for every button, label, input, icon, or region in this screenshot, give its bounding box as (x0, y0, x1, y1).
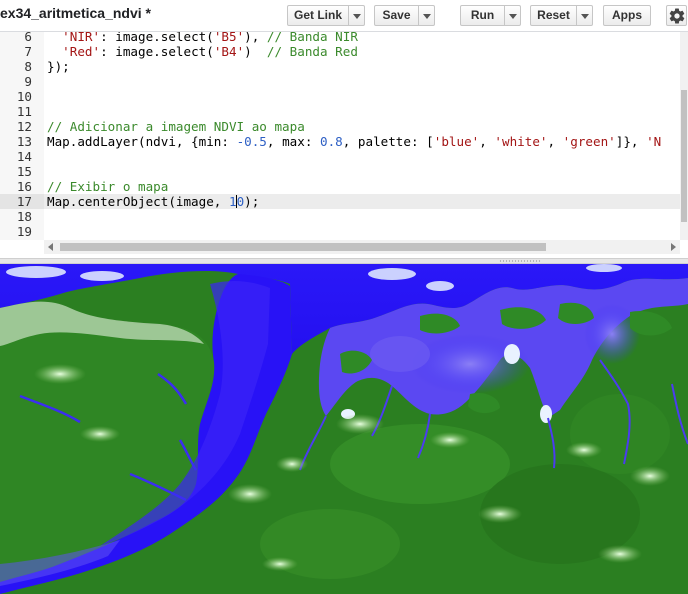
code-line-12: // Adicionar a imagem NDVI ao mapa (47, 119, 305, 134)
settings-button[interactable] (666, 5, 687, 26)
chevron-down-icon (509, 14, 517, 19)
code-number: -0.5 (236, 134, 267, 149)
code-string: 'white' (494, 134, 548, 149)
run-dropdown[interactable] (505, 5, 521, 26)
code-token: ) (244, 44, 267, 59)
reset-split-button: Reset (530, 5, 593, 26)
apps-button[interactable]: Apps (603, 5, 651, 26)
code-number: 0.8 (319, 134, 343, 149)
code-comment: // Banda Red (266, 44, 358, 59)
code-token: ), (244, 32, 267, 44)
code-token: 'Red' (62, 44, 101, 59)
code-token: ]}, (615, 134, 647, 149)
line-number: 6 (24, 29, 32, 44)
code-string: 'blue' (433, 134, 480, 149)
line-number: 16 (16, 179, 32, 194)
line-number: 12 (16, 119, 32, 134)
run-split-button: Run (460, 5, 521, 26)
chevron-down-icon (353, 14, 361, 19)
code-token: 'B5' (213, 32, 245, 44)
code-editor[interactable]: 6 7 8 9 10 11 12 13 14 15 16 17 18 19 'N… (0, 29, 688, 258)
get-link-split-button: Get Link (287, 5, 365, 26)
code-line-7: 'Red': image.select('B4') // Banda Red (47, 44, 358, 59)
get-link-button[interactable]: Get Link (287, 5, 349, 26)
vertical-scroll-thumb[interactable] (681, 90, 687, 222)
line-number: 10 (16, 89, 32, 104)
code-token: , max: (266, 134, 320, 149)
run-button[interactable]: Run (460, 5, 505, 26)
code-line-13: Map.addLayer(ndvi, {min: -0.5, max: 0.8,… (47, 134, 661, 149)
code-token: , (479, 134, 495, 149)
line-number: 7 (24, 44, 32, 59)
code-line-17: Map.centerObject(image, 10); (47, 194, 259, 209)
code-token: ); (244, 194, 260, 209)
code-token: Map.centerObject(image, (47, 194, 229, 209)
drag-grip-icon[interactable] (499, 260, 541, 262)
editor-vertical-scrollbar[interactable] (680, 32, 688, 240)
get-link-dropdown[interactable] (349, 5, 365, 26)
gear-icon (669, 8, 685, 24)
code-line-16: // Exibir o mapa (47, 179, 168, 194)
line-number: 11 (16, 104, 32, 119)
editor-toolbar: ex34_aritmetica_ndvi * Get Link Save Run… (0, 0, 688, 32)
reset-dropdown[interactable] (577, 5, 593, 26)
editor-horizontal-scrollbar[interactable] (44, 240, 680, 254)
line-number: 13 (16, 134, 32, 149)
code-comment: // Exibir o mapa (47, 179, 169, 194)
scroll-left-icon[interactable] (48, 243, 53, 251)
code-line-8: }); (47, 59, 70, 74)
line-number: 14 (16, 149, 32, 164)
code-token: , (547, 134, 563, 149)
line-number: 9 (24, 74, 32, 89)
line-number: 17 (16, 194, 32, 209)
map-view[interactable] (0, 264, 688, 594)
code-token: : image.select( (100, 44, 214, 59)
save-split-button: Save (374, 5, 435, 26)
line-number: 8 (24, 59, 32, 74)
chevron-down-icon (423, 14, 431, 19)
reset-button[interactable]: Reset (530, 5, 577, 26)
scroll-right-icon[interactable] (671, 243, 676, 251)
script-file-title: ex34_aritmetica_ndvi * (0, 5, 151, 21)
line-number: 18 (16, 209, 32, 224)
code-string: 'green' (562, 134, 616, 149)
code-line-6: 'NIR': image.select('B5'), // Banda NIR (47, 32, 358, 44)
save-dropdown[interactable] (419, 5, 435, 26)
estuary-shallows (370, 336, 430, 372)
code-comment: // Banda NIR (266, 32, 358, 44)
code-comment: // Adicionar a imagem NDVI ao mapa (47, 119, 305, 134)
code-string: 'N (646, 134, 662, 149)
code-token: 'B4' (213, 44, 245, 59)
code-token: , palette: [ (342, 134, 434, 149)
code-token: 'NIR' (62, 32, 101, 44)
chevron-down-icon (581, 14, 589, 19)
apps-button-label: Apps (612, 8, 642, 22)
ndvi-map-layer[interactable] (0, 264, 688, 594)
code-token: Map.addLayer(ndvi, {min: (47, 134, 237, 149)
line-number: 15 (16, 164, 32, 179)
save-button[interactable]: Save (374, 5, 419, 26)
code-token: : image.select( (100, 32, 214, 44)
code-area[interactable]: 'NIR': image.select('B5'), // Banda NIR … (44, 32, 680, 240)
horizontal-scroll-thumb[interactable] (60, 243, 546, 251)
line-number: 19 (16, 224, 32, 239)
line-number-gutter: 6 7 8 9 10 11 12 13 14 15 16 17 18 19 (0, 29, 44, 240)
